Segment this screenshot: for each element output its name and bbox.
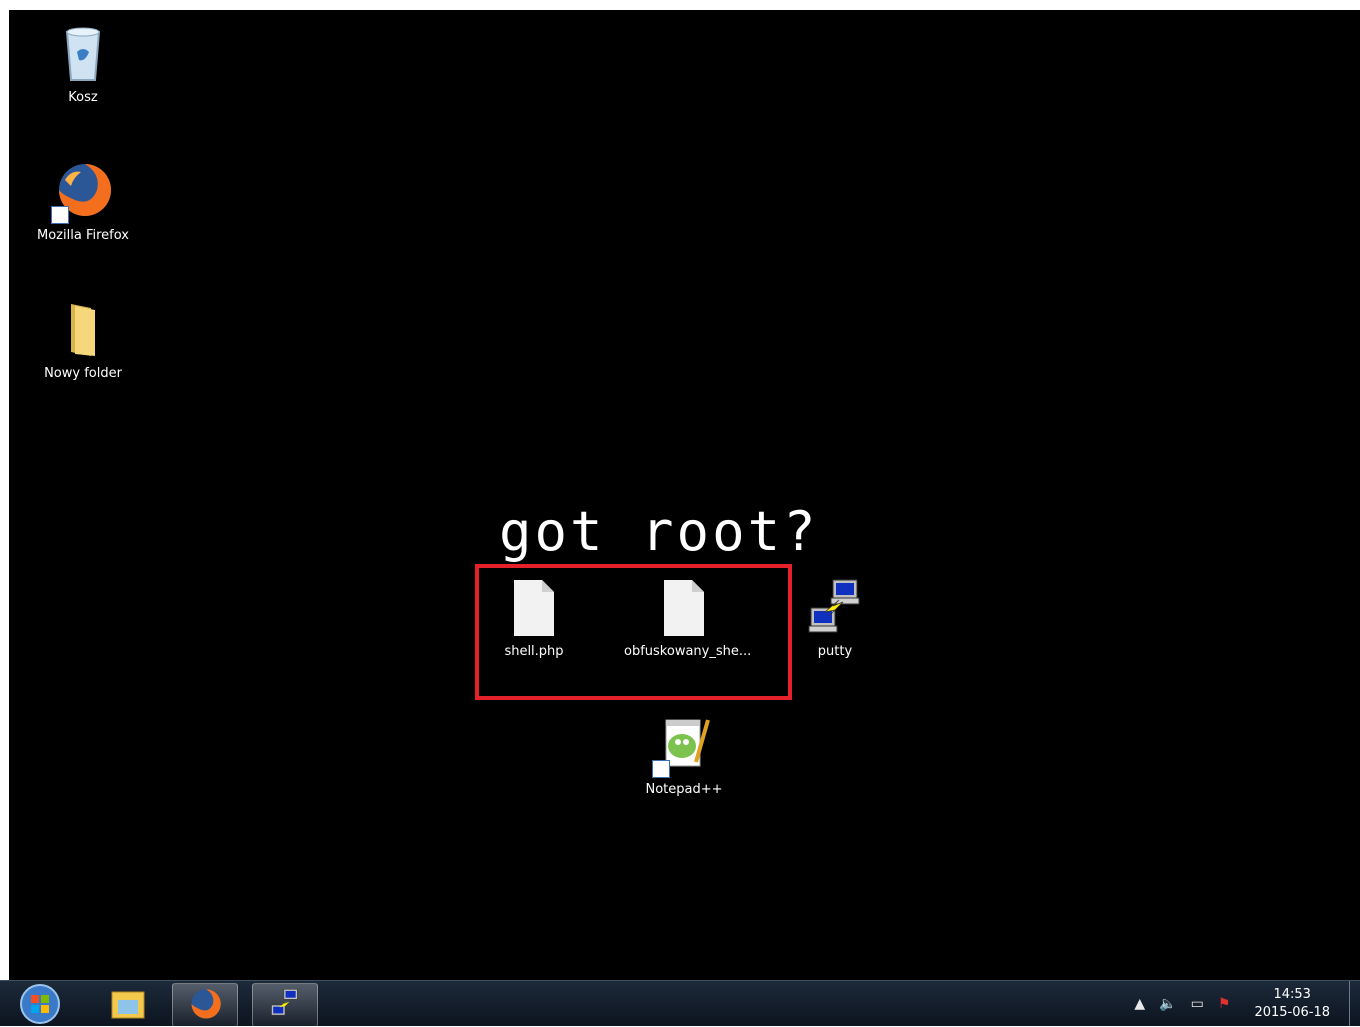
show-hidden-icons-icon[interactable]: ▲ — [1134, 996, 1145, 1012]
new-folder-shortcut[interactable]: Nowy folder — [23, 298, 143, 381]
shell-php-label: shell.php — [504, 644, 564, 659]
shortcut-arrow-icon — [652, 760, 670, 778]
recycle-bin-icon — [51, 22, 115, 86]
show-desktop-button[interactable] — [1349, 981, 1360, 1026]
clock-date: 2015-06-18 — [1254, 1004, 1330, 1020]
notepadpp-shortcut[interactable]: Notepad++ — [624, 714, 744, 797]
putty-label: putty — [817, 644, 853, 659]
putty-shortcut[interactable]: putty — [775, 576, 895, 659]
folder-icon — [51, 298, 115, 362]
shell-php-file[interactable]: shell.php — [474, 576, 594, 659]
firefox-shortcut[interactable]: Mozilla Firefox — [23, 160, 143, 243]
file-icon — [502, 576, 566, 640]
volume-icon[interactable]: 🔈 — [1159, 996, 1176, 1012]
new-folder-label: Nowy folder — [44, 366, 122, 381]
taskbar-explorer[interactable] — [96, 983, 160, 1025]
putty-icon — [803, 576, 867, 640]
notepadpp-icon — [652, 714, 716, 778]
taskbar-firefox[interactable] — [172, 983, 238, 1027]
start-button[interactable] — [8, 983, 72, 1025]
start-orb-icon — [20, 984, 60, 1024]
firefox-icon — [51, 160, 115, 224]
desktop: Kosz Mozilla Firefox Nowy folder got roo… — [9, 10, 1360, 980]
firefox-icon — [191, 989, 221, 1019]
file-icon — [652, 576, 716, 640]
system-tray: ▲ 🔈 ▭ ⚑ 14:53 2015-06-18 — [1134, 981, 1330, 1026]
explorer-icon — [111, 991, 145, 1019]
clock-time: 14:53 — [1273, 986, 1311, 1002]
firefox-label: Mozilla Firefox — [37, 228, 129, 243]
taskbar-putty[interactable] — [252, 983, 318, 1027]
shortcut-arrow-icon — [51, 206, 69, 224]
taskbar: ▲ 🔈 ▭ ⚑ 14:53 2015-06-18 — [0, 980, 1360, 1027]
wallpaper-text: got root? — [499, 500, 819, 563]
putty-icon — [271, 988, 298, 1016]
recycle-bin-shortcut[interactable]: Kosz — [23, 22, 143, 105]
obfuscated-shell-label: obfuskowany_she... — [624, 644, 752, 659]
notepadpp-label: Notepad++ — [645, 782, 723, 797]
obfuscated-shell-file[interactable]: obfuskowany_she... — [624, 576, 752, 659]
clock[interactable]: 14:53 2015-06-18 — [1254, 986, 1330, 1022]
recycle-bin-label: Kosz — [68, 90, 98, 105]
action-center-flag-icon[interactable]: ⚑ — [1218, 996, 1231, 1012]
network-icon[interactable]: ▭ — [1191, 996, 1204, 1012]
